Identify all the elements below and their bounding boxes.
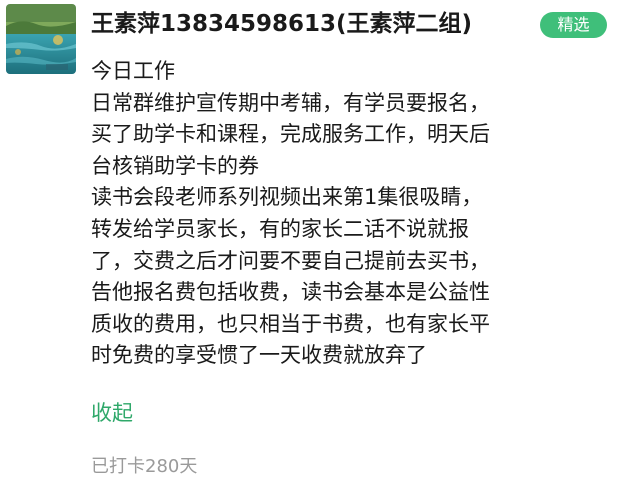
content-line: 日常群维护宣传期中考辅，有学员要报名， <box>91 90 490 115</box>
content-line: 台核销助学卡的券 <box>91 153 259 178</box>
content-line: 时免费的享受惯了一天收费就放弃了 <box>91 343 427 368</box>
content-line: 了，交费之后才问要不要自己提前去买书， <box>91 248 490 273</box>
post-content: 今日工作 日常群维护宣传期中考辅，有学员要报名， 买了助学卡和课程，完成服务工作… <box>91 56 616 372</box>
content-line: 转发给学员家长，有的家长二话不说就报 <box>91 216 469 241</box>
checkin-count: 已打卡280天 <box>91 456 198 477</box>
avatar-landscape-image <box>6 4 76 74</box>
content-line: 读书会段老师系列视频出来第1集很吸睛， <box>91 185 483 210</box>
content-line: 告他报名费包括收费，读书会基本是公益性 <box>91 280 490 305</box>
avatar[interactable] <box>6 4 76 74</box>
featured-badge: 精选 <box>540 12 607 38</box>
author-name[interactable]: 王素萍13834598613(王素萍二组) <box>91 6 472 42</box>
content-line: 买了助学卡和课程，完成服务工作，明天后 <box>91 122 490 147</box>
content-line: 质收的费用，也只相当于书费，也有家长平 <box>91 311 490 336</box>
post-card: 王素萍13834598613(王素萍二组) 精选 今日工作 日常群维护宣传期中考… <box>0 0 627 488</box>
content-line: 今日工作 <box>91 59 175 83</box>
collapse-button[interactable]: 收起 <box>91 396 133 430</box>
